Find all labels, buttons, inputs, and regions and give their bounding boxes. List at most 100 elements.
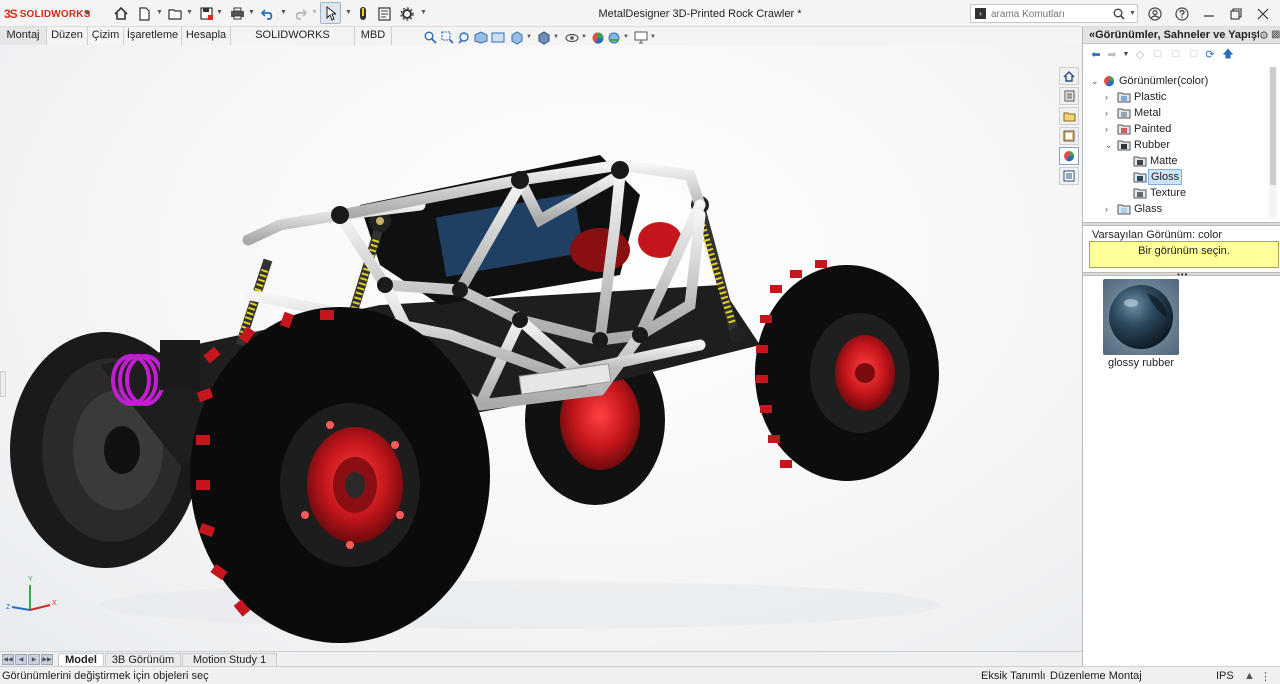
status-bar: Görünümlerini değiştirmek için objeleri … [0,666,1280,684]
task-pane: «Görünümler, Sahneler ve Yapıştır... ⚙ ▩… [1082,27,1280,666]
appearances-icon[interactable] [1059,147,1079,165]
custom-properties-icon[interactable] [1059,167,1079,185]
task-pane-toolbar: ⬅ ➡ ▼ ◇ □ □ □ ⟳ 🡅 [1083,44,1280,64]
help-icon[interactable] [1173,5,1191,23]
edit-appearance-icon[interactable] [591,30,605,45]
minimize-icon[interactable] [1200,5,1218,23]
graphics-area[interactable]: Y X Z [0,45,1082,651]
gear-icon[interactable]: ⚙ [1259,29,1269,42]
folder-icon [1117,92,1131,103]
up-level-icon[interactable]: 🡅 [1221,47,1235,61]
tree-item-rubber[interactable]: ⌄ Rubber [1105,137,1265,153]
pin-icon[interactable]: ▩ [1271,29,1280,40]
previous-view-icon[interactable] [457,30,471,45]
close-icon[interactable] [1254,5,1272,23]
tab-isaretleme[interactable]: İşaretleme [124,27,182,45]
zoom-area-icon[interactable] [440,30,454,45]
chevron-down-icon[interactable]: ▼ [553,34,559,40]
appearance-tree: ⌄ Görünümler(color) › Plastic › Metal › … [1083,64,1280,224]
tab-duzen[interactable]: Düzen [47,27,88,45]
tab-hesapla[interactable]: Hesapla [182,27,231,45]
wheel-front-left[interactable] [190,307,490,643]
tree-item-label-selected: Gloss [1148,169,1183,185]
folder-icon [1117,124,1131,135]
bottom-tab-bar: ◀◀ ◀ ▶ ▶▶ Model 3B Görünüm Motion Study … [0,651,1082,667]
chevron-right-icon[interactable]: › [1105,105,1115,121]
search-input[interactable] [991,7,1101,21]
rock-crawler-model[interactable]: Y X Z [0,45,1082,651]
chevron-down-icon[interactable]: ⌄ [1105,137,1115,153]
display-style-icon[interactable] [537,30,551,45]
tree-item-label: Plastic [1134,91,1167,103]
command-search[interactable]: › ▼ [970,4,1138,23]
glossy-rubber-sphere-icon [1103,279,1179,355]
chevron-down-icon[interactable]: ▼ [650,34,656,40]
chevron-down-icon[interactable]: ▼ [623,34,629,40]
tab-motion-study[interactable]: Motion Study 1 [182,653,277,667]
chevron-down-icon[interactable]: ▼ [581,34,587,40]
user-account-icon[interactable] [1146,5,1164,23]
feature-tree-grip[interactable] [0,371,6,397]
appearances-icon [1104,76,1115,87]
section-view-icon[interactable] [474,30,488,45]
file-explorer-icon[interactable] [1059,107,1079,125]
back-icon[interactable]: ⬅ [1089,47,1103,61]
pane-splitter[interactable]: ••• [1083,270,1280,279]
title-bar: 3S SOLIDWORKS ▸ ▼ ▼ ▼ ▼ ▼ ▼ ▼ ▼ MetalDes… [0,0,1280,27]
design-library-icon[interactable] [1059,87,1079,105]
folder-icon [1133,172,1147,183]
restore-icon[interactable] [1227,5,1245,23]
search-icon[interactable] [1113,8,1125,20]
tree-item-metal[interactable]: › Metal [1105,105,1265,121]
add-folder-icon: □ [1154,48,1162,60]
status-more-icon[interactable]: ⋮ [1260,670,1271,683]
chevron-down-icon[interactable]: ▼ [526,34,532,40]
tab-cizim[interactable]: Çizim [88,27,124,45]
refresh-icon[interactable]: ⟳ [1203,47,1217,61]
appearance-swatch[interactable] [1103,279,1179,355]
zoom-to-fit-icon[interactable] [423,30,437,45]
motor-can[interactable] [570,228,630,272]
command-prompt-icon: › [975,8,986,19]
home-icon[interactable] [1059,67,1079,85]
dynamic-annotation-icon[interactable] [491,30,505,45]
tab-montaj[interactable]: Montaj [0,27,47,45]
rear-axle-housing[interactable] [160,340,200,390]
next-tab-icon[interactable]: ▶ [28,654,40,665]
tab-model[interactable]: Model [58,653,104,667]
chevron-right-icon[interactable]: › [1105,201,1115,217]
scrollbar-thumb[interactable] [1270,67,1276,185]
tree-root[interactable]: ⌄ Görünümler(color) [1091,73,1271,89]
pane-splitter[interactable] [1083,222,1280,226]
tab-mbd[interactable]: MBD [355,27,392,45]
wheel-front-right[interactable] [755,265,939,481]
tab-3d-view[interactable]: 3B Görünüm [105,653,181,667]
apply-scene-icon[interactable] [607,30,621,45]
tree-item-label: Matte [1150,155,1178,167]
chevron-right-icon[interactable]: › [1105,121,1115,137]
folder-icon [1117,140,1131,151]
view-palette-icon[interactable] [1059,127,1079,145]
chevron-down-icon[interactable]: ▼ [1119,47,1133,61]
last-tab-icon[interactable]: ▶▶ [41,654,53,665]
chevron-right-icon[interactable]: › [1105,89,1115,105]
svg-text:X: X [52,600,57,607]
tree-scrollbar[interactable] [1269,67,1277,217]
tree-item-glass[interactable]: › Glass [1105,201,1265,217]
task-pane-title: «Görünümler, Sahneler ve Yapıştır... [1089,29,1259,41]
tree-item-gloss[interactable]: Gloss [1133,169,1263,185]
tree-item-texture[interactable]: Texture [1133,185,1263,201]
status-units[interactable]: IPS [1216,670,1234,682]
tab-solidworks-eklentileri[interactable]: SOLIDWORKS Eklentileri [231,27,355,58]
tree-item-matte[interactable]: Matte [1133,153,1263,169]
tree-item-painted[interactable]: › Painted [1105,121,1265,137]
chevron-up-icon[interactable]: ▲ [1244,670,1255,682]
prev-tab-icon[interactable]: ◀ [15,654,27,665]
view-orientation-icon[interactable] [510,30,524,45]
chevron-down-icon[interactable]: ▼ [1129,10,1136,17]
chevron-down-icon[interactable]: ⌄ [1091,73,1101,89]
view-settings-icon[interactable] [634,30,648,45]
hide-show-icon[interactable] [565,30,579,45]
tree-item-plastic[interactable]: › Plastic [1105,89,1265,105]
first-tab-icon[interactable]: ◀◀ [2,654,14,665]
